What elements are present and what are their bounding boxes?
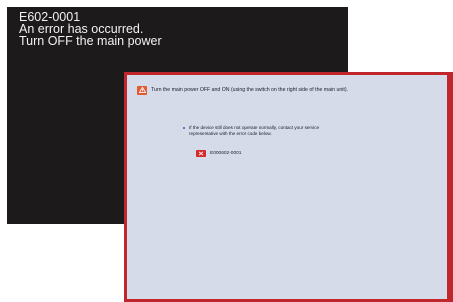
service-wrench-icon (196, 150, 206, 157)
error-message: Turn the main power OFF and ON (using th… (151, 87, 349, 93)
power-off-instruction-line: Turn OFF the main power (19, 34, 162, 48)
service-note-row: If the device still does not operate nor… (183, 125, 383, 136)
service-note: If the device still does not operate nor… (189, 125, 320, 136)
error-panel-frame: Turn the main power OFF and ON (using th… (124, 72, 453, 302)
warning-icon (137, 85, 147, 95)
error-code-row: E000602-0001 (196, 150, 241, 157)
error-panel: Turn the main power OFF and ON (using th… (127, 75, 447, 299)
screenshot-stage: E602-0001 An error has occurred. Turn OF… (0, 0, 453, 302)
error-message-row: Turn the main power OFF and ON (using th… (137, 85, 443, 95)
error-code: E000602-0001 (210, 151, 242, 156)
bullet-icon (183, 127, 185, 129)
